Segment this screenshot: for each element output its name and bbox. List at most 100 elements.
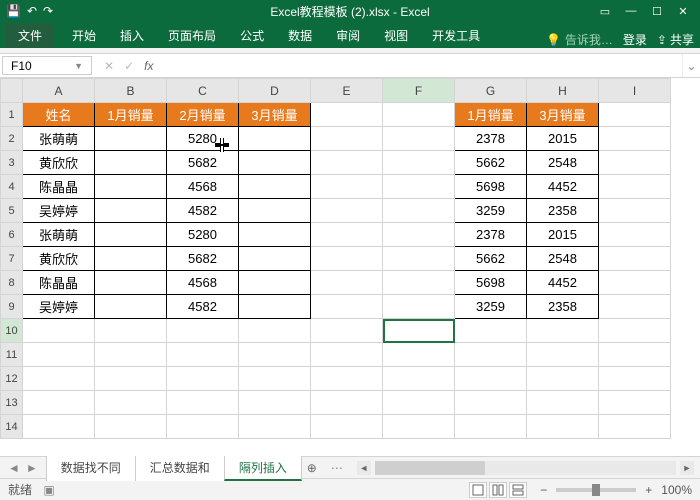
cell-D8[interactable] bbox=[239, 271, 311, 295]
cell-A1[interactable]: 姓名 bbox=[23, 103, 95, 127]
cell-B3[interactable] bbox=[95, 151, 167, 175]
add-sheet-button[interactable]: ⊕ bbox=[301, 461, 323, 475]
horizontal-scrollbar[interactable]: ◄ ► bbox=[351, 461, 700, 475]
cell-E12[interactable] bbox=[311, 367, 383, 391]
hscroll-thumb[interactable] bbox=[375, 461, 485, 475]
cell-H4[interactable]: 4452 bbox=[527, 175, 599, 199]
cell-E7[interactable] bbox=[311, 247, 383, 271]
col-header-H[interactable]: H bbox=[527, 79, 599, 103]
cell-B2[interactable] bbox=[95, 127, 167, 151]
tab-formulas[interactable]: 公式 bbox=[228, 23, 276, 48]
cell-D9[interactable] bbox=[239, 295, 311, 319]
col-header-C[interactable]: C bbox=[167, 79, 239, 103]
minimize-button[interactable]: — bbox=[620, 2, 642, 20]
view-pagebreak-button[interactable] bbox=[509, 482, 527, 498]
cell-B1[interactable]: 1月销量 bbox=[95, 103, 167, 127]
signin-link[interactable]: 登录 bbox=[623, 31, 647, 48]
zoom-slider[interactable] bbox=[556, 488, 636, 492]
hscroll-right-icon[interactable]: ► bbox=[680, 461, 694, 475]
cell-C6[interactable]: 5280 bbox=[167, 223, 239, 247]
cell-C7[interactable]: 5682 bbox=[167, 247, 239, 271]
cell-F10[interactable] bbox=[383, 319, 455, 343]
ribbon-options-icon[interactable]: ▭ bbox=[594, 2, 616, 20]
cell-D11[interactable] bbox=[239, 343, 311, 367]
cell-G8[interactable]: 5698 bbox=[455, 271, 527, 295]
cell-H10[interactable] bbox=[527, 319, 599, 343]
sheet-tab-0[interactable]: 数据找不同 bbox=[46, 455, 136, 481]
cell-C11[interactable] bbox=[167, 343, 239, 367]
col-header-E[interactable]: E bbox=[311, 79, 383, 103]
cell-B11[interactable] bbox=[95, 343, 167, 367]
cell-I5[interactable] bbox=[599, 199, 671, 223]
row-header-9[interactable]: 9 bbox=[1, 295, 23, 319]
cell-B14[interactable] bbox=[95, 415, 167, 439]
cell-A12[interactable] bbox=[23, 367, 95, 391]
maximize-button[interactable]: ☐ bbox=[646, 2, 668, 20]
row-header-4[interactable]: 4 bbox=[1, 175, 23, 199]
quicksave-icon[interactable]: 💾 bbox=[6, 4, 21, 18]
cell-F13[interactable] bbox=[383, 391, 455, 415]
cell-I4[interactable] bbox=[599, 175, 671, 199]
cell-G3[interactable]: 5662 bbox=[455, 151, 527, 175]
zoom-in-button[interactable]: + bbox=[642, 483, 655, 497]
cell-F8[interactable] bbox=[383, 271, 455, 295]
cell-H7[interactable]: 2548 bbox=[527, 247, 599, 271]
cell-I7[interactable] bbox=[599, 247, 671, 271]
cell-A2[interactable]: 张萌萌 bbox=[23, 127, 95, 151]
cell-A6[interactable]: 张萌萌 bbox=[23, 223, 95, 247]
cell-F1[interactable] bbox=[383, 103, 455, 127]
sheet-tab-2[interactable]: 隔列插入 bbox=[224, 455, 302, 481]
cell-H13[interactable] bbox=[527, 391, 599, 415]
cell-B10[interactable] bbox=[95, 319, 167, 343]
cell-G1[interactable]: 1月销量 bbox=[455, 103, 527, 127]
zoom-out-button[interactable]: − bbox=[537, 483, 550, 497]
col-header-B[interactable]: B bbox=[95, 79, 167, 103]
cell-G5[interactable]: 3259 bbox=[455, 199, 527, 223]
cell-C9[interactable]: 4582 bbox=[167, 295, 239, 319]
cell-I8[interactable] bbox=[599, 271, 671, 295]
cell-I6[interactable] bbox=[599, 223, 671, 247]
cell-E14[interactable] bbox=[311, 415, 383, 439]
cell-C8[interactable]: 4568 bbox=[167, 271, 239, 295]
cell-E1[interactable] bbox=[311, 103, 383, 127]
cell-G6[interactable]: 2378 bbox=[455, 223, 527, 247]
cell-C12[interactable] bbox=[167, 367, 239, 391]
cell-E10[interactable] bbox=[311, 319, 383, 343]
cell-G9[interactable]: 3259 bbox=[455, 295, 527, 319]
cell-E13[interactable] bbox=[311, 391, 383, 415]
col-header-G[interactable]: G bbox=[455, 79, 527, 103]
cell-F2[interactable] bbox=[383, 127, 455, 151]
cell-G12[interactable] bbox=[455, 367, 527, 391]
cell-H3[interactable]: 2548 bbox=[527, 151, 599, 175]
cell-C4[interactable]: 4568 bbox=[167, 175, 239, 199]
cell-A10[interactable] bbox=[23, 319, 95, 343]
select-all-corner[interactable] bbox=[1, 79, 23, 103]
sheet-tab-1[interactable]: 汇总数据和 bbox=[135, 455, 225, 481]
cell-H1[interactable]: 3月销量 bbox=[527, 103, 599, 127]
cell-D14[interactable] bbox=[239, 415, 311, 439]
cell-B13[interactable] bbox=[95, 391, 167, 415]
cell-G7[interactable]: 5662 bbox=[455, 247, 527, 271]
cell-A14[interactable] bbox=[23, 415, 95, 439]
cell-F3[interactable] bbox=[383, 151, 455, 175]
cell-B12[interactable] bbox=[95, 367, 167, 391]
zoom-control[interactable]: − + 100% bbox=[537, 483, 692, 497]
fx-icon[interactable]: fx bbox=[144, 59, 153, 73]
cell-H12[interactable] bbox=[527, 367, 599, 391]
sheet-nav-prev-icon[interactable]: ◄ bbox=[8, 461, 20, 475]
cell-I12[interactable] bbox=[599, 367, 671, 391]
col-header-F[interactable]: F bbox=[383, 79, 455, 103]
cell-B9[interactable] bbox=[95, 295, 167, 319]
cell-F6[interactable] bbox=[383, 223, 455, 247]
cell-E11[interactable] bbox=[311, 343, 383, 367]
cell-D4[interactable] bbox=[239, 175, 311, 199]
cell-F14[interactable] bbox=[383, 415, 455, 439]
cell-I10[interactable] bbox=[599, 319, 671, 343]
cell-I14[interactable] bbox=[599, 415, 671, 439]
cell-A13[interactable] bbox=[23, 391, 95, 415]
cell-D7[interactable] bbox=[239, 247, 311, 271]
view-normal-button[interactable] bbox=[469, 482, 487, 498]
row-header-14[interactable]: 14 bbox=[1, 415, 23, 439]
cell-D13[interactable] bbox=[239, 391, 311, 415]
cell-D1[interactable]: 3月销量 bbox=[239, 103, 311, 127]
